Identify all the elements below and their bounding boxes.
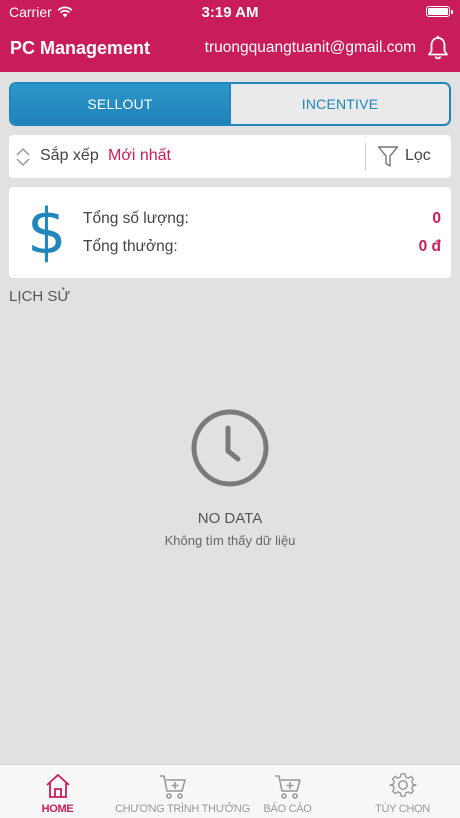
- history-heading: LỊCH SỬ: [9, 288, 71, 305]
- tab-options[interactable]: TÙY CHỌN: [345, 765, 460, 818]
- status-bar: Carrier 3:19 AM: [0, 0, 460, 24]
- no-data-title: NO DATA: [197, 510, 263, 527]
- clock-icon: [191, 409, 269, 487]
- cart-icon: [159, 775, 186, 799]
- total-reward-label: Tổng thưởng:: [83, 238, 178, 255]
- sort-icon[interactable]: [15, 146, 31, 168]
- tab-label: BÁO CÁO: [263, 803, 312, 815]
- tab-reports[interactable]: BÁO CÁO: [230, 765, 345, 818]
- empty-state: NO DATA Không tìm thấy dữ liệu: [0, 408, 460, 548]
- total-reward-value: 0 đ: [418, 238, 441, 255]
- app-title: PC Management: [10, 38, 151, 58]
- tab-home[interactable]: HOME: [0, 765, 115, 818]
- total-reward-row: Tổng thưởng: 0 đ: [83, 238, 441, 256]
- user-email: truongquangtuanit@gmail.com: [204, 39, 416, 56]
- tab-sellout[interactable]: SELLOUT: [11, 84, 229, 124]
- dollar-icon: $: [27, 195, 67, 268]
- sort-value[interactable]: Mới nhất: [108, 147, 171, 165]
- home-icon: [45, 774, 70, 798]
- tab-reward-programs[interactable]: CHƯƠNG TRÌNH THƯỞNG: [115, 765, 250, 818]
- filter-button[interactable]: Lọc: [405, 147, 431, 165]
- status-time: 3:19 AM: [201, 4, 259, 21]
- divider: [365, 143, 366, 170]
- tab-label: CHƯƠNG TRÌNH THƯỞNG: [115, 803, 250, 815]
- no-data-subtitle: Không tìm thấy dữ liệu: [164, 533, 296, 548]
- tab-label: TÙY CHỌN: [375, 803, 430, 815]
- sort-label[interactable]: Sắp xếp: [40, 147, 99, 165]
- app-header: Carrier 3:19 AM PC Management truongquan…: [0, 0, 460, 72]
- total-quantity-value: 0: [432, 210, 441, 227]
- cart-icon: [274, 775, 301, 799]
- tab-incentive[interactable]: INCENTIVE: [229, 84, 449, 124]
- bottom-tab-bar: HOME CHƯƠNG TRÌNH THƯỞNG BÁO CÁO TÙY CHỌ…: [0, 764, 460, 818]
- filter-icon[interactable]: [377, 145, 399, 169]
- total-quantity-label: Tổng số lượng:: [83, 210, 189, 227]
- battery-icon: [426, 6, 453, 17]
- total-quantity-row: Tổng số lượng: 0: [83, 210, 441, 228]
- bell-icon[interactable]: [426, 35, 450, 61]
- segment-control: SELLOUT INCENTIVE: [9, 82, 451, 126]
- sort-filter-bar: Sắp xếp Mới nhất Lọc: [9, 135, 451, 178]
- summary-card: $ Tổng số lượng: 0 Tổng thưởng: 0 đ: [9, 187, 451, 278]
- gear-icon: [388, 773, 417, 797]
- tab-label: HOME: [41, 803, 74, 815]
